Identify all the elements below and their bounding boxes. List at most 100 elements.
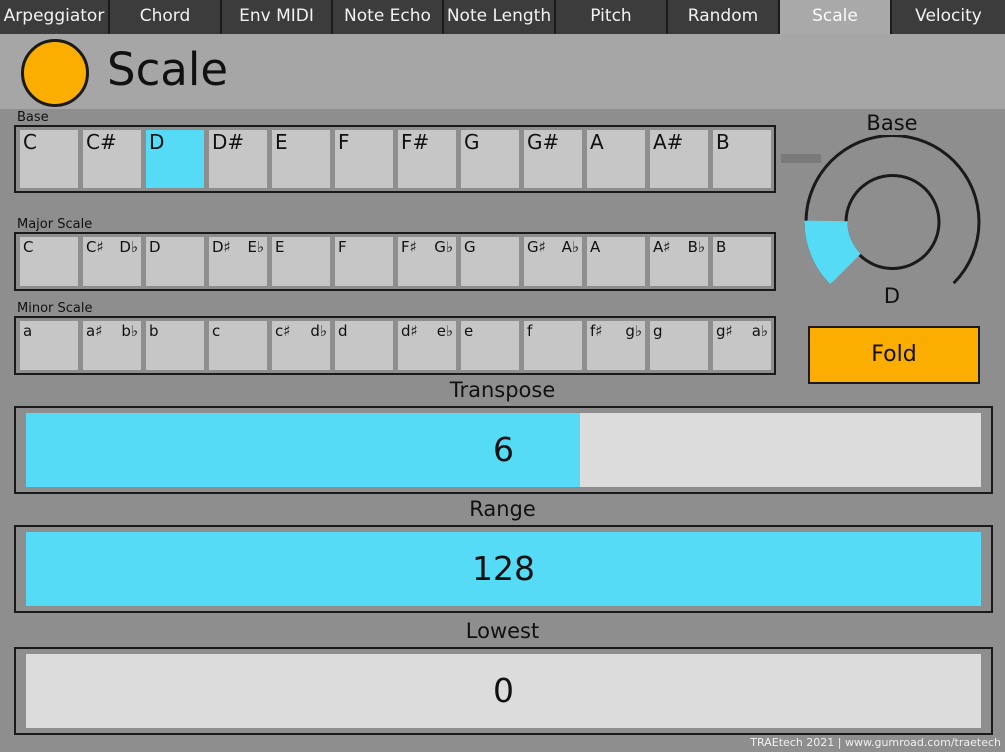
note-label: D♯ bbox=[212, 238, 231, 256]
note-label: A bbox=[590, 238, 601, 256]
minor-row-note-7[interactable]: e bbox=[461, 321, 519, 370]
base-row-note-6[interactable]: F# bbox=[398, 130, 456, 188]
note-label: G bbox=[464, 238, 476, 256]
slider-track[interactable]: 6 bbox=[26, 413, 981, 487]
minor-row-note-0[interactable]: a bbox=[20, 321, 78, 370]
major-row-note-0[interactable]: C bbox=[20, 237, 78, 286]
minor-row-note-1[interactable]: a♯ b♭ bbox=[83, 321, 141, 370]
tab-velocity[interactable]: Velocity bbox=[892, 0, 1005, 34]
note-alt-label: E♭ bbox=[247, 238, 264, 256]
minor-row-note-8[interactable]: f bbox=[524, 321, 582, 370]
note-label: E bbox=[275, 238, 285, 256]
base-row-note-8[interactable]: G# bbox=[524, 130, 582, 188]
base-row-note-11[interactable]: B bbox=[713, 130, 771, 188]
major-row-note-6[interactable]: F♯ G♭ bbox=[398, 237, 456, 286]
note-label: E bbox=[275, 130, 288, 154]
base-row-note-9[interactable]: A bbox=[587, 130, 645, 188]
note-label: G# bbox=[527, 130, 560, 154]
tab-env-midi[interactable]: Env MIDI bbox=[222, 0, 333, 34]
tab-note-length[interactable]: Note Length bbox=[444, 0, 556, 34]
minor-row-note-6[interactable]: d♯ e♭ bbox=[398, 321, 456, 370]
range-slider[interactable]: 128 bbox=[14, 525, 993, 613]
lowest-slider[interactable]: 0 bbox=[14, 647, 993, 735]
lowest-title: Lowest bbox=[465, 619, 540, 643]
note-label: A bbox=[590, 130, 604, 154]
minor-row-note-3[interactable]: c bbox=[209, 321, 267, 370]
slider-value: 6 bbox=[493, 430, 514, 469]
major-row-note-10[interactable]: A♯ B♭ bbox=[650, 237, 708, 286]
base-row-note-0[interactable]: C bbox=[20, 130, 78, 188]
note-label: A# bbox=[653, 130, 684, 154]
base-row-note-5[interactable]: F bbox=[335, 130, 393, 188]
note-label: c♯ bbox=[275, 322, 291, 340]
fold-button[interactable]: Fold bbox=[808, 326, 980, 384]
minor-row-note-11[interactable]: g♯ a♭ bbox=[713, 321, 771, 370]
major-row-note-7[interactable]: G bbox=[461, 237, 519, 286]
tab-random[interactable]: Random bbox=[668, 0, 780, 34]
base-row-note-1[interactable]: C# bbox=[83, 130, 141, 188]
knob-title: Base bbox=[866, 111, 918, 135]
note-label: d bbox=[338, 322, 348, 340]
range-title: Range bbox=[469, 497, 536, 521]
minor-row-note-9[interactable]: f♯ g♭ bbox=[587, 321, 645, 370]
note-alt-label: e♭ bbox=[436, 322, 453, 340]
base-row-note-7[interactable]: G bbox=[461, 130, 519, 188]
note-label: B bbox=[716, 238, 727, 256]
major-row-note-2[interactable]: D bbox=[146, 237, 204, 286]
note-label: F♯ bbox=[401, 238, 417, 256]
note-alt-label: B♭ bbox=[687, 238, 705, 256]
slider-track[interactable]: 128 bbox=[26, 532, 981, 606]
tab-scale[interactable]: Scale bbox=[780, 0, 892, 34]
transpose-slider[interactable]: 6 bbox=[14, 406, 993, 494]
major-scale-row: C C♯ D♭ D D♯ E♭ E F F♯ G♭ G G♯ A♭ A A♯ B♭ B bbox=[14, 232, 776, 291]
note-alt-label: d♭ bbox=[310, 322, 327, 340]
minor-row-note-2[interactable]: b bbox=[146, 321, 204, 370]
knob-value: D bbox=[883, 284, 901, 308]
note-alt-label: A♭ bbox=[561, 238, 579, 256]
note-label: g bbox=[653, 322, 663, 340]
base-row-note-2[interactable]: D bbox=[146, 130, 204, 188]
tab-arpeggiator[interactable]: Arpeggiator bbox=[0, 0, 110, 34]
note-label: e bbox=[464, 322, 474, 340]
note-label: D# bbox=[212, 130, 245, 154]
major-row-note-5[interactable]: F bbox=[335, 237, 393, 286]
slider-track[interactable]: 0 bbox=[26, 654, 981, 728]
note-label: G♯ bbox=[527, 238, 546, 256]
slider-value: 128 bbox=[472, 549, 535, 588]
major-row-note-3[interactable]: D♯ E♭ bbox=[209, 237, 267, 286]
knob-fill bbox=[804, 220, 861, 285]
base-row-note-10[interactable]: A# bbox=[650, 130, 708, 188]
note-label: C bbox=[23, 130, 37, 154]
note-alt-label: g♭ bbox=[625, 322, 642, 340]
note-label: C bbox=[23, 238, 34, 256]
tab-pitch[interactable]: Pitch bbox=[556, 0, 668, 34]
major-row-note-8[interactable]: G♯ A♭ bbox=[524, 237, 582, 286]
note-label: F bbox=[338, 130, 350, 154]
major-row-note-4[interactable]: E bbox=[272, 237, 330, 286]
note-label: A♯ bbox=[653, 238, 671, 256]
base-row-note-4[interactable]: E bbox=[272, 130, 330, 188]
base-row-note-3[interactable]: D# bbox=[209, 130, 267, 188]
note-label: f♯ bbox=[590, 322, 603, 340]
minor-scale-label: Minor Scale bbox=[17, 301, 93, 316]
transpose-title: Transpose bbox=[449, 378, 556, 402]
tab-chord[interactable]: Chord bbox=[110, 0, 222, 34]
header: Scale bbox=[0, 34, 1005, 109]
minor-row-note-10[interactable]: g bbox=[650, 321, 708, 370]
note-label: a bbox=[23, 322, 33, 340]
major-scale-label: Major Scale bbox=[17, 217, 93, 232]
note-label: g♯ bbox=[716, 322, 733, 340]
major-row-note-1[interactable]: C♯ D♭ bbox=[83, 237, 141, 286]
minor-row-note-5[interactable]: d bbox=[335, 321, 393, 370]
note-label: c bbox=[212, 322, 221, 340]
tab-note-echo[interactable]: Note Echo bbox=[333, 0, 444, 34]
minor-scale-row: a a♯ b♭ b c c♯ d♭ d d♯ e♭ e f f♯ g♭ g g♯ a♭ bbox=[14, 316, 776, 375]
base-note-row: C C# D D# E F F# G G# A A# B bbox=[14, 125, 776, 193]
major-row-note-9[interactable]: A bbox=[587, 237, 645, 286]
minor-row-note-4[interactable]: c♯ d♭ bbox=[272, 321, 330, 370]
slider-value: 0 bbox=[493, 671, 514, 710]
major-row-note-11[interactable]: B bbox=[713, 237, 771, 286]
note-label: F# bbox=[401, 130, 430, 154]
status-led-icon bbox=[21, 39, 89, 107]
note-label: D bbox=[149, 238, 161, 256]
